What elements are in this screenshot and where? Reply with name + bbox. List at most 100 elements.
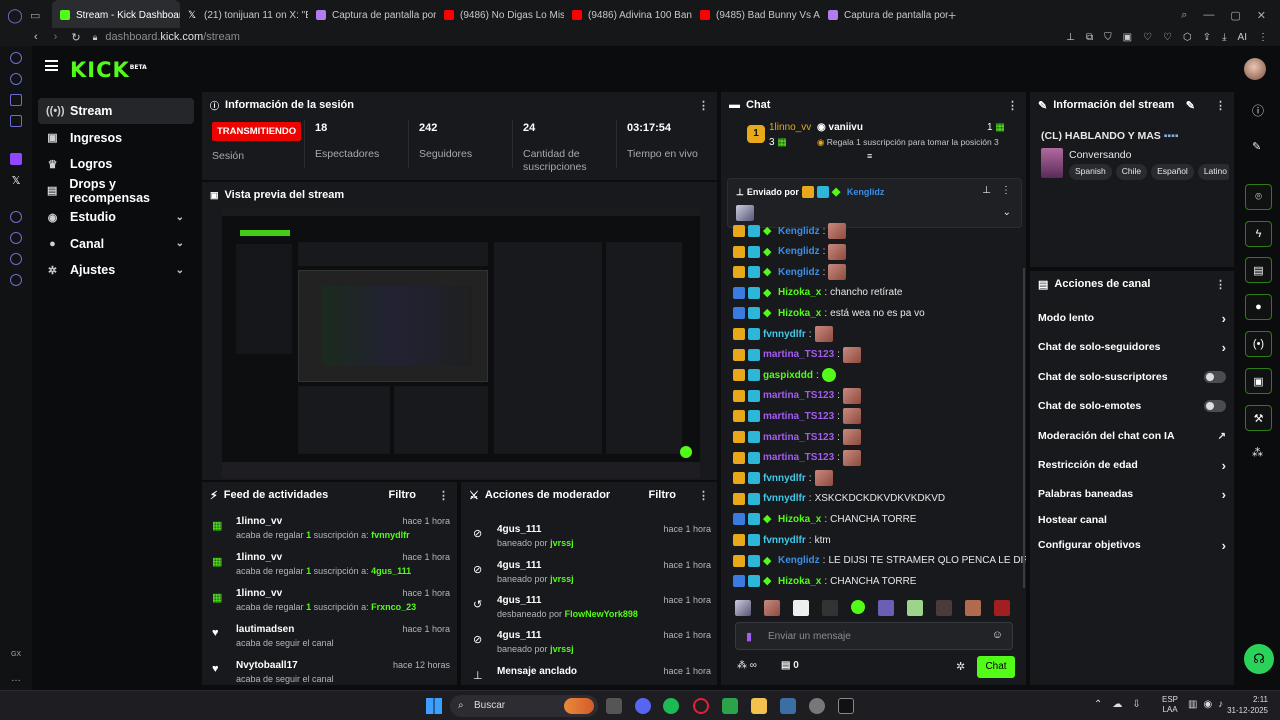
- chat-username[interactable]: fvnnydlfr: [763, 535, 806, 546]
- shield-icon[interactable]: ⛉: [1104, 32, 1112, 43]
- channel-action-4[interactable]: Chat de solo-emotes: [1038, 396, 1226, 416]
- taskbar-search[interactable]: ⌕ Buscar: [450, 695, 598, 717]
- pinned-message[interactable]: ⊥ Enviado por ◆ Kenglidz ⊥ ⋮ ⌄: [727, 178, 1022, 228]
- history-icon[interactable]: [10, 232, 22, 244]
- chat-username[interactable]: gaspixddd: [763, 370, 813, 381]
- tab-youtube-1[interactable]: (9486) No Digas Lo Mismo: [436, 0, 564, 30]
- sidebar-item-stream[interactable]: ((•)) Stream: [38, 98, 194, 124]
- mic-icon[interactable]: ▮: [746, 630, 752, 643]
- recipient[interactable]: ◉ vaniivu: [817, 122, 863, 133]
- language-indicator[interactable]: ESP LAA: [1162, 695, 1178, 715]
- tab-screenshot-2[interactable]: Captura de pantalla por Li: [820, 0, 948, 30]
- pencil-icon[interactable]: ✎: [1252, 140, 1261, 153]
- vpn-icon[interactable]: ▣: [1123, 32, 1132, 43]
- chat-tool-button[interactable]: ●: [1245, 294, 1272, 320]
- points-display[interactable]: ▤ 0: [781, 660, 799, 671]
- filter-button[interactable]: Filtro: [389, 489, 417, 501]
- kebab-icon[interactable]: ⋮: [1215, 278, 1226, 291]
- emote-2[interactable]: [764, 600, 780, 616]
- emote-6[interactable]: [878, 600, 894, 616]
- emote-7[interactable]: [907, 600, 923, 616]
- pin-icon[interactable]: ⊥: [1066, 32, 1075, 43]
- kebab-icon[interactable]: ⋮: [1215, 99, 1226, 112]
- emote-4[interactable]: [822, 600, 838, 616]
- kebab-icon[interactable]: ⋮: [1007, 99, 1018, 112]
- heart-icon[interactable]: ♡: [1163, 32, 1172, 43]
- kebab-icon[interactable]: ⋮: [1001, 185, 1011, 196]
- back-icon[interactable]: ‹: [34, 31, 38, 43]
- community-icon[interactable]: ⁂ ∞: [737, 660, 757, 671]
- tag[interactable]: Chile: [1115, 164, 1148, 180]
- wrench-tool-button[interactable]: ⚒︎: [1245, 405, 1272, 431]
- twitch-icon[interactable]: [10, 153, 22, 165]
- unpin-icon[interactable]: ⊥: [982, 185, 991, 196]
- maximize-icon[interactable]: ▢: [1230, 9, 1240, 22]
- settings-rail-icon[interactable]: [10, 274, 22, 286]
- emoji-icon[interactable]: ☺: [992, 629, 1003, 641]
- category-name[interactable]: Conversando: [1069, 149, 1131, 161]
- tab-x[interactable]: 𝕏(21) tonijuan 11 on X: "Efec: [180, 0, 308, 30]
- avatar[interactable]: [1244, 58, 1266, 80]
- chat-settings-icon[interactable]: ✲: [956, 660, 965, 673]
- tray-icons[interactable]: ⌃☁︎⇩: [1094, 699, 1151, 710]
- kebab-icon[interactable]: ⋮: [438, 489, 449, 502]
- chat-username[interactable]: Kenglidz: [778, 267, 820, 278]
- messenger-icon[interactable]: [10, 52, 22, 64]
- stream-preview-video[interactable]: [222, 208, 700, 478]
- whatsapp-icon[interactable]: [10, 73, 22, 85]
- chat-username[interactable]: Hizoka_x: [778, 308, 821, 319]
- edit-icon[interactable]: ✎: [1186, 99, 1195, 112]
- browser-menu-icon[interactable]: ⋮: [1258, 32, 1268, 43]
- telegram-icon[interactable]: [10, 94, 22, 106]
- app-icon[interactable]: [809, 698, 825, 714]
- sidebar-item-logros[interactable]: ♛ Logros: [38, 151, 194, 177]
- minimize-icon[interactable]: —: [1203, 9, 1214, 22]
- spotify-icon[interactable]: [663, 698, 679, 714]
- chat-input[interactable]: ▮ Enviar un mensaje ☺: [735, 622, 1013, 650]
- gift-cta[interactable]: ◉ Regala 1 suscripción para tomar la pos…: [817, 137, 999, 148]
- filter-button[interactable]: Filtro: [649, 489, 677, 501]
- chevron-down-icon[interactable]: ⌄: [1003, 207, 1011, 218]
- clock[interactable]: 2:11 31-12-2025: [1224, 694, 1268, 716]
- chat-username[interactable]: martina_TS123: [763, 349, 834, 360]
- hamburger-menu-icon[interactable]: [45, 60, 58, 71]
- kebab-icon[interactable]: ⋮: [698, 489, 709, 502]
- add-widget-icon[interactable]: ⁂: [1252, 446, 1263, 459]
- channel-action-9[interactable]: Configurar objetivos ›: [1038, 535, 1226, 555]
- extensions-icon[interactable]: ⬡: [1183, 32, 1192, 43]
- chat-username[interactable]: Kenglidz: [778, 555, 820, 566]
- chat-username[interactable]: fvnnydlfr: [763, 473, 806, 484]
- reload-icon[interactable]: ↻: [71, 31, 80, 44]
- info-icon[interactable]: ⓘ: [1252, 102, 1264, 119]
- emote-8[interactable]: [936, 600, 952, 616]
- chat-username[interactable]: Hizoka_x: [778, 576, 821, 587]
- channel-action-2[interactable]: Chat de solo-seguidores ›: [1038, 337, 1226, 357]
- sidebar-item-ingresos[interactable]: ▣ Ingresos: [38, 125, 194, 151]
- more-icon[interactable]: …: [11, 673, 21, 684]
- kebab-icon[interactable]: ⋮: [698, 99, 709, 112]
- epic-games-icon[interactable]: [838, 698, 854, 714]
- chat-username[interactable]: Kenglidz: [778, 226, 820, 237]
- toggle-switch[interactable]: [1204, 371, 1226, 383]
- file-explorer-icon[interactable]: [751, 698, 767, 714]
- collapse-icon[interactable]: ≡: [867, 151, 872, 161]
- url-field[interactable]: dashboard.kick.com/stream: [105, 31, 240, 43]
- player-icon[interactable]: [10, 211, 22, 223]
- aria-icon[interactable]: AI: [1238, 32, 1247, 43]
- emote-5[interactable]: [851, 600, 865, 614]
- sidebar-item-drops[interactable]: ▤ Drops y recompensas: [38, 177, 194, 205]
- start-icon[interactable]: [426, 698, 442, 714]
- support-button[interactable]: ☊: [1244, 644, 1274, 674]
- channel-action-3[interactable]: Chat de solo-suscriptores: [1038, 367, 1226, 387]
- bookmark-icon[interactable]: ♡: [1143, 32, 1152, 43]
- emote-1[interactable]: [735, 600, 751, 616]
- send-chat-button[interactable]: Chat: [977, 656, 1015, 678]
- tab-overview-icon[interactable]: ▭: [30, 9, 52, 22]
- chat-username[interactable]: fvnnydlfr: [763, 329, 806, 340]
- tag[interactable]: Spanish: [1069, 164, 1112, 180]
- channel-action-8[interactable]: Hostear canal: [1038, 510, 1226, 530]
- chat-username[interactable]: martina_TS123: [763, 432, 834, 443]
- share-icon[interactable]: ⇪: [1203, 32, 1211, 43]
- store-icon[interactable]: [780, 698, 796, 714]
- chat-username[interactable]: martina_TS123: [763, 390, 834, 401]
